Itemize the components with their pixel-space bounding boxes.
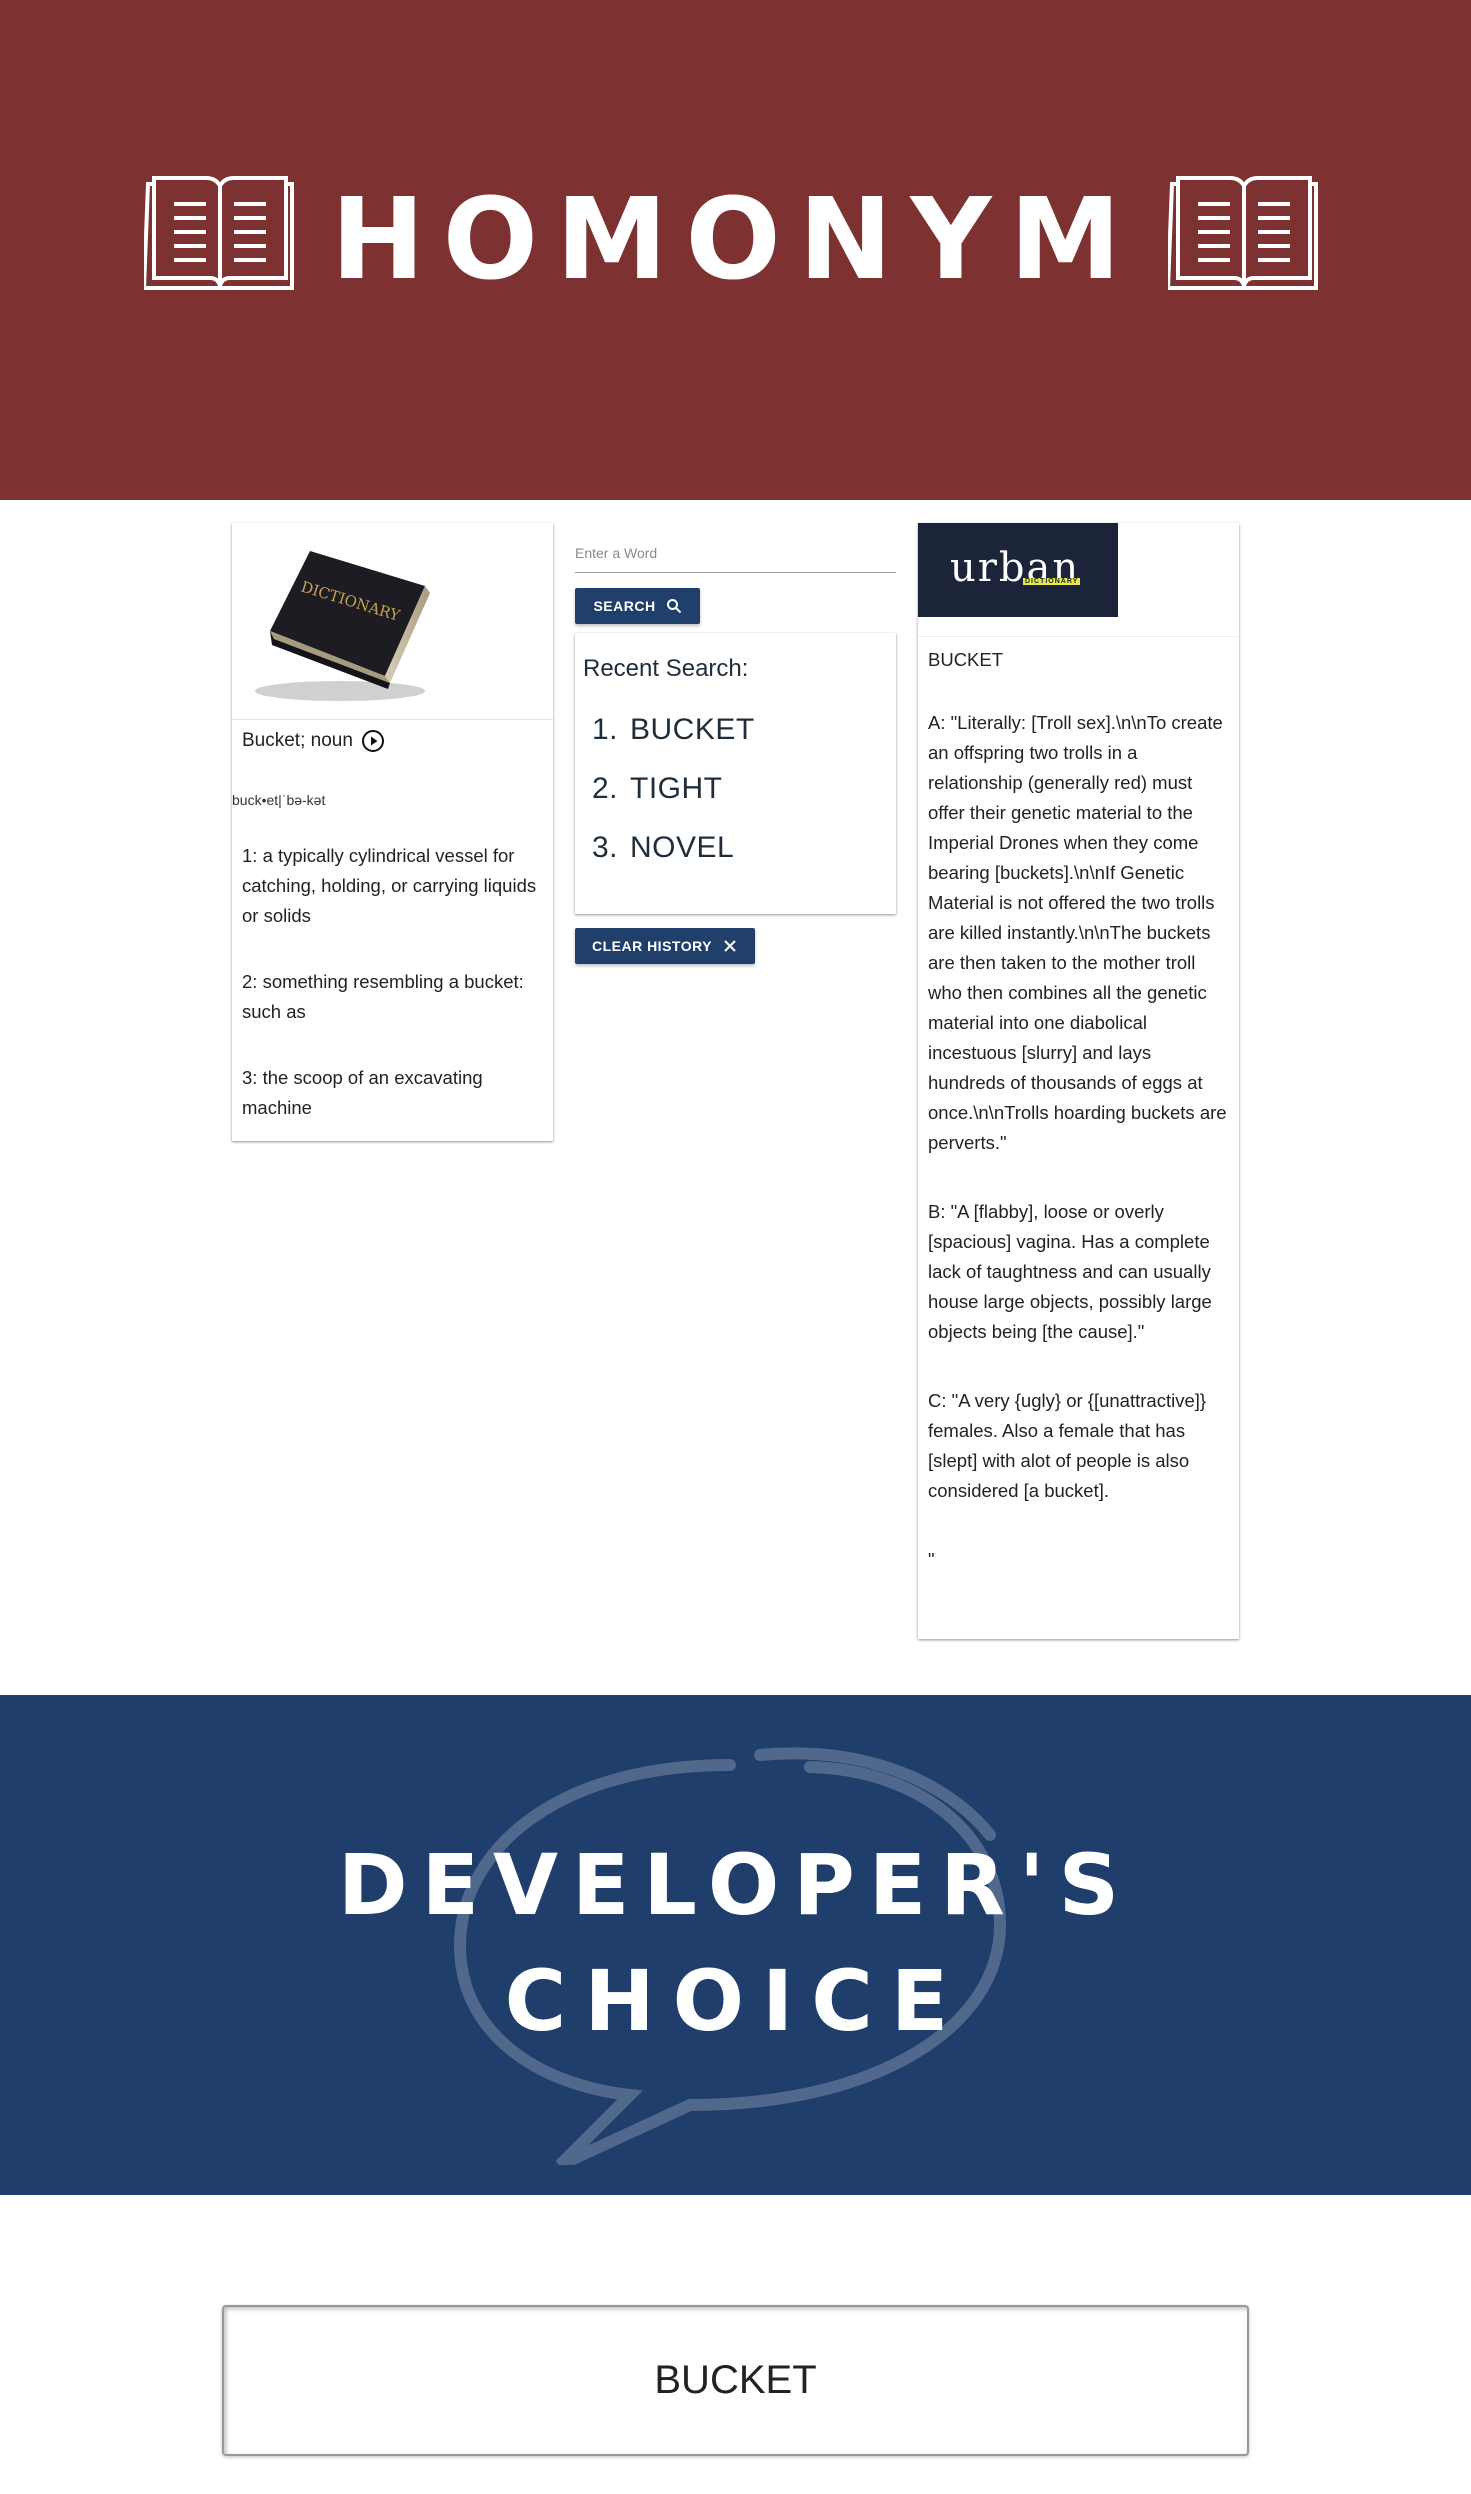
urban-logo-subtext: DICTIONARY	[1023, 578, 1081, 585]
recent-search-title: Recent Search:	[583, 655, 749, 682]
header-banner: HOMONYM	[0, 0, 1471, 500]
dictionary-image-area: DICTIONARY	[232, 523, 553, 720]
clear-history-label: CLEAR HISTORY	[591, 938, 713, 954]
search-button[interactable]: SEARCH	[575, 588, 700, 624]
definition-item: 2: something resembling a bucket: such a…	[242, 971, 524, 1022]
urban-dictionary-card: urban DICTIONARY BUCKET A: "Literally: […	[918, 523, 1239, 1639]
search-button-label: SEARCH	[593, 598, 656, 614]
close-icon	[724, 940, 736, 952]
urban-definitions: BUCKET A: "Literally: [Troll sex].\n\nTo…	[928, 645, 1230, 1614]
open-book-icon	[144, 176, 294, 290]
speech-bubble-icon	[453, 1747, 1007, 2165]
dictionary-book-image: DICTIONARY	[255, 551, 430, 701]
dictionary-word-text: Bucket; noun	[242, 730, 353, 751]
search-input-underline	[575, 572, 896, 573]
definition-item: 3: the scoop of an excavating machine	[242, 1067, 483, 1118]
recent-search-item[interactable]: 3. NOVEL	[592, 831, 755, 890]
definition-item: 1: a typically cylindrical vessel for ca…	[242, 845, 537, 926]
urban-entry: A: "Literally: [Troll sex].\n\nTo create…	[928, 712, 1227, 1153]
recent-search-item[interactable]: 2. TIGHT	[592, 772, 755, 831]
pronunciation-text: buck•et|ˈbə-kət	[232, 792, 326, 808]
divider	[918, 636, 1239, 637]
clear-history-button[interactable]: CLEAR HISTORY	[575, 928, 755, 964]
app-title: HOMONYM	[331, 175, 1139, 305]
developers-choice-word[interactable]: BUCKET	[222, 2305, 1249, 2456]
dictionary-word: Bucket; noun	[242, 729, 385, 753]
urban-dictionary-logo: urban DICTIONARY	[918, 523, 1118, 617]
urban-entry: B: "A [flabby], loose or overly [spaciou…	[928, 1201, 1212, 1342]
developers-choice-title-line2: CHOICE	[504, 1952, 967, 2050]
definitions-list: 1: a typically cylindrical vessel for ca…	[242, 841, 542, 1159]
recent-search-item[interactable]: 1. BUCKET	[592, 713, 755, 772]
dictionary-card: DICTIONARY Bucket; noun buck•et|ˈbə-kət …	[232, 523, 553, 1141]
recent-search-card: Recent Search: 1. BUCKET 2. TIGHT 3. NOVEL	[575, 633, 896, 914]
urban-entry: "	[928, 1549, 935, 1570]
recent-search-list: 1. BUCKET 2. TIGHT 3. NOVEL	[592, 713, 755, 890]
urban-entry: C: "A very {ugly} or {[unattractive]} fe…	[928, 1390, 1207, 1501]
developers-choice-banner: DEVELOPER'S CHOICE	[0, 1695, 1471, 2195]
developers-choice-title-line1: DEVELOPER'S	[337, 1836, 1134, 1934]
search-input[interactable]: Enter a Word	[575, 545, 657, 561]
search-icon	[666, 599, 681, 614]
play-pronunciation-icon[interactable]	[361, 729, 385, 753]
urban-heading: BUCKET	[928, 649, 1004, 670]
open-book-icon	[1168, 176, 1318, 290]
